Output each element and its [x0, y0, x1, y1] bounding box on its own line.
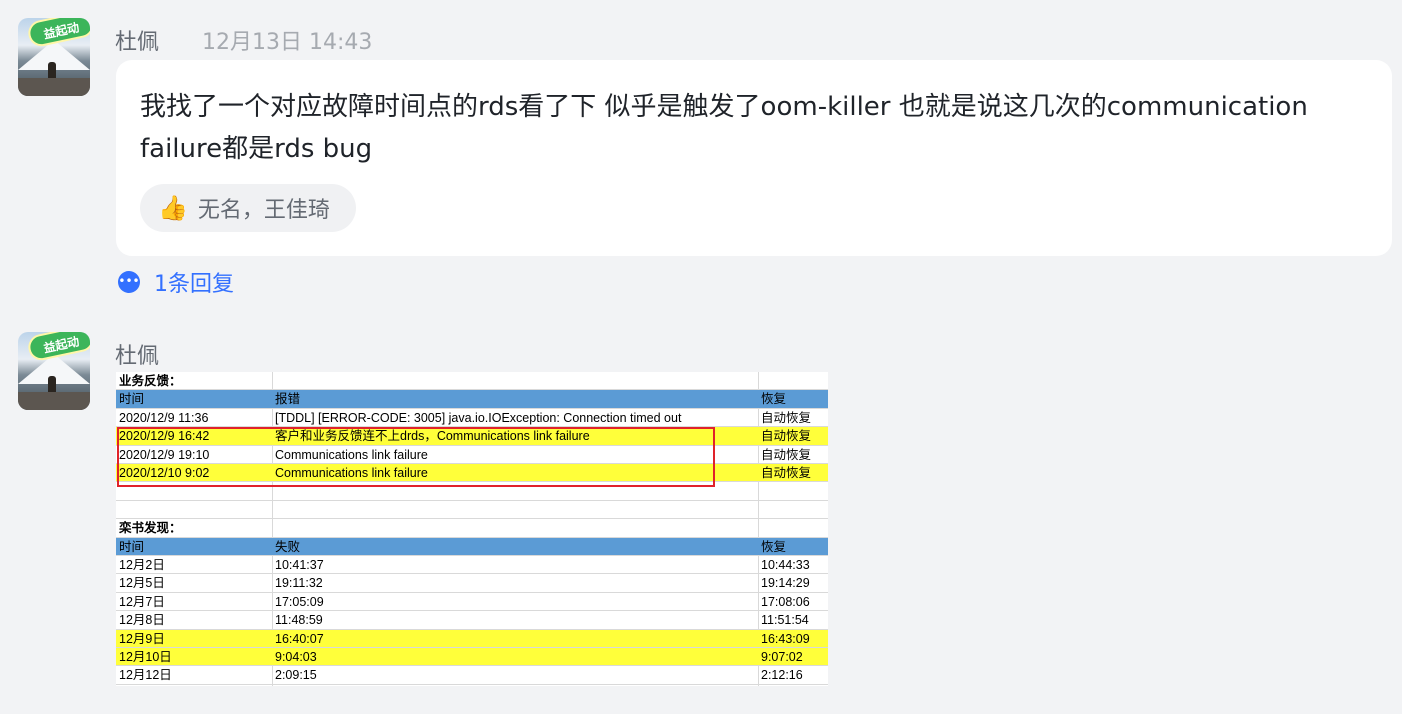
table-row: 12月5日 19:11:32 19:14:29: [116, 574, 828, 593]
table-header: 时间 失败 恢复: [116, 537, 828, 556]
section-title: 业务反馈：: [116, 372, 828, 391]
section-title: 栾书发现：: [116, 519, 828, 538]
reaction-names: 无名，王佳琦: [197, 198, 330, 223]
avatar-rocks: [18, 392, 90, 410]
reaction-chip[interactable]: 👍 无名，王佳琦: [140, 184, 356, 232]
empty-row: [116, 501, 828, 520]
reply-thread-link[interactable]: ••• 1条回复: [118, 266, 234, 298]
table-row: 12月10日 9:04:03 9:07:02: [116, 648, 828, 667]
table-row: 12月12日 2:09:15 2:12:16: [116, 666, 828, 685]
sender-name[interactable]: 杜佩: [115, 338, 159, 370]
avatar[interactable]: 益起动: [18, 18, 90, 96]
sender-name[interactable]: 杜佩: [115, 24, 159, 56]
avatar[interactable]: 益起动: [18, 332, 90, 410]
table-row: 12月2日 10:41:37 10:44:33: [116, 556, 828, 575]
table-row: 12月7日 17:05:09 17:08:06: [116, 593, 828, 612]
message-text: 我找了一个对应故障时间点的rds看了下 似乎是触发了oom-killer 也就是…: [140, 92, 1308, 164]
table-row: 12月8日 11:48:59 11:51:54: [116, 611, 828, 630]
table-row: 2020/12/9 11:36 [TDDL] [ERROR-CODE: 3005…: [116, 409, 828, 428]
message-bubble[interactable]: 我找了一个对应故障时间点的rds看了下 似乎是触发了oom-killer 也就是…: [116, 60, 1392, 256]
chat-bubble-icon: •••: [118, 271, 140, 293]
reply-count: 1条回复: [154, 272, 234, 297]
spreadsheet-image[interactable]: 业务反馈： 时间 报错 恢复 2020/12/9 11:36 [TDDL] [E…: [116, 372, 828, 686]
table-header: 时间 报错 恢复: [116, 390, 828, 409]
thumbs-up-icon: 👍: [158, 194, 188, 222]
avatar-rocks: [18, 78, 90, 96]
table-row: 12月9日 16:40:07 16:43:09: [116, 629, 828, 648]
highlight-box: [117, 427, 715, 487]
message-timestamp: 12月13日 14:43: [202, 30, 373, 55]
